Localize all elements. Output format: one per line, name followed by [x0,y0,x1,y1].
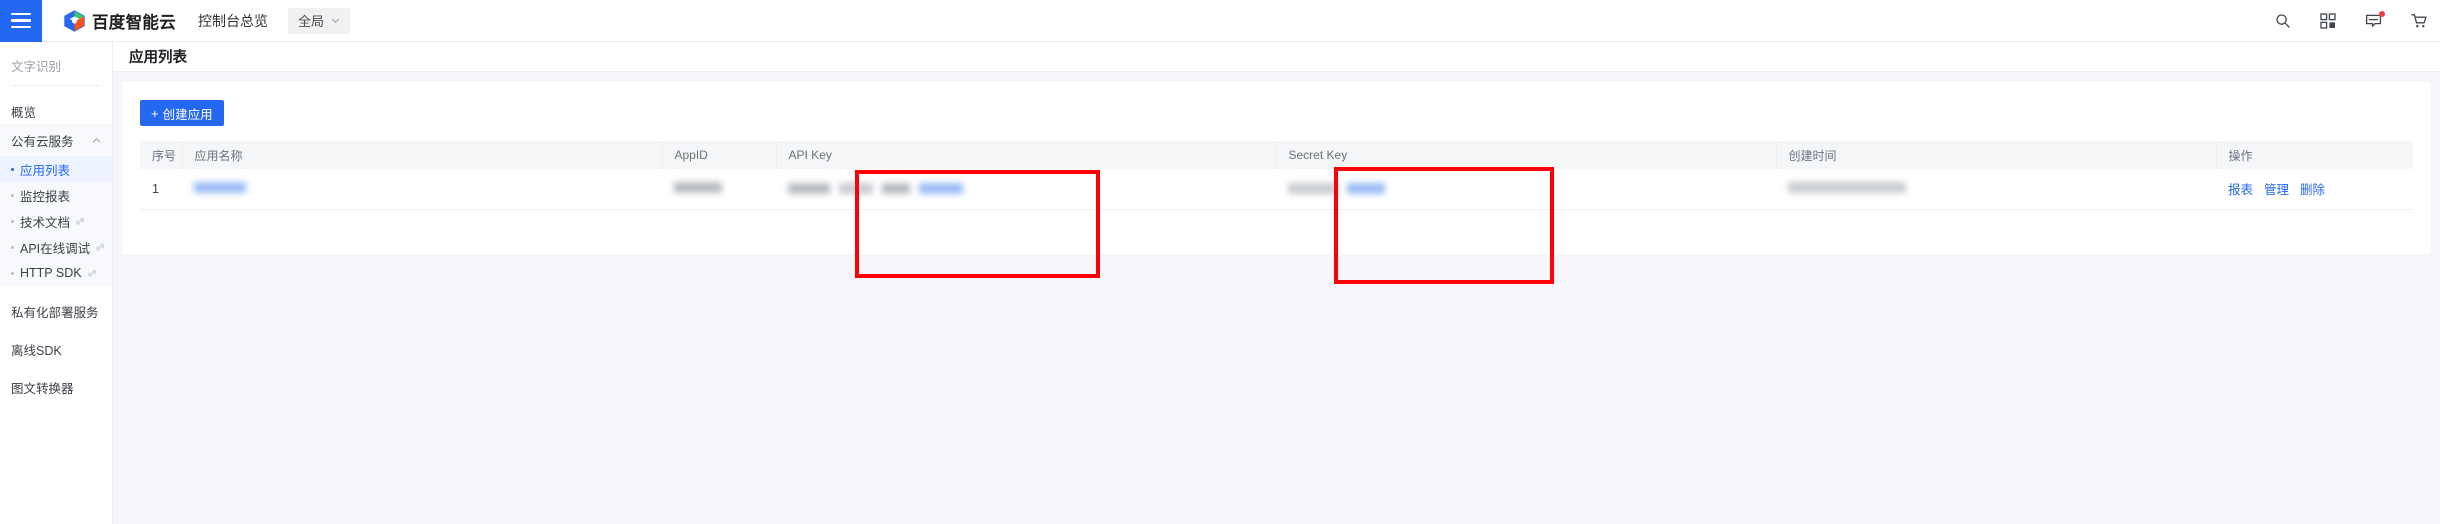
bullet-icon [11,245,14,249]
hamburger-line [11,25,31,29]
chevron-down-icon [331,18,340,24]
cell-secret-key [1276,169,1776,210]
sidebar-item-overview[interactable]: 概览 [0,98,112,124]
cell-api-key [776,169,1276,210]
action-delete-link[interactable]: 删除 [2300,179,2325,198]
redacted-value [882,183,910,195]
redacted-value [674,181,722,193]
action-manage-link[interactable]: 管理 [2264,179,2289,198]
app-list-table: 序号 应用名称 AppID API Key Secret Key 创建时间 操作… [140,141,2413,210]
top-bar: 百度智能云 控制台总览 全局 [0,0,2440,42]
column-header-index: 序号 [140,141,183,169]
cell-appid [662,169,776,210]
external-link-icon [96,243,105,250]
table-header: 序号 应用名称 AppID API Key Secret Key 创建时间 操作 [140,141,2413,169]
sidebar-item-label: API在线调试 [20,241,91,256]
external-link-icon [76,217,85,224]
table-row: 1 报表 管理 删除 [140,169,2413,210]
sidebar-item-label: 私有化部署服务 [11,305,99,320]
column-header-create-time: 创建时间 [1776,141,2217,169]
main-content: 应用列表 + 创建应用 序号 应用名称 AppID API Key Secret… [113,42,2440,524]
apps-grid-icon[interactable] [2320,12,2336,29]
redacted-value [1288,183,1338,195]
sidebar-item-private-deploy[interactable]: 私有化部署服务 [0,298,112,324]
redacted-value [194,181,246,193]
plus-icon: + [151,105,159,121]
page-title: 应用列表 [129,50,187,66]
sidebar-item-label: 应用列表 [20,163,71,178]
cell-create-time [1776,169,2216,210]
bullet-icon [11,193,14,197]
column-header-app-name: 应用名称 [182,141,663,169]
table-header-row: 序号 应用名称 AppID API Key Secret Key 创建时间 操作 [140,141,2413,169]
sidebar-item-api-debug[interactable]: API在线调试 [0,234,112,260]
app-list-card: + 创建应用 序号 应用名称 AppID API Key Secret Key … [122,82,2431,254]
table-body: 1 报表 管理 删除 [140,169,2413,210]
console-overview-link[interactable]: 控制台总览 [198,11,268,31]
create-app-button[interactable]: + 创建应用 [140,100,224,126]
search-icon[interactable] [2275,13,2291,29]
sidebar-item-app-list[interactable]: 应用列表 [0,156,112,182]
message-badge [2379,10,2385,17]
page-header: 应用列表 [113,42,2440,72]
bullet-icon [11,271,14,275]
redacted-group [1288,183,1776,195]
bullet-icon [11,219,14,223]
sidebar-group-label: 公有云服务 [11,134,74,149]
message-icon[interactable] [2365,10,2385,29]
scope-selector[interactable]: 全局 [288,7,351,34]
column-header-appid: AppID [662,141,777,169]
sidebar-item-monitor-report[interactable]: 监控报表 [0,182,112,208]
sidebar-item-label: 监控报表 [20,189,71,204]
sidebar-item-offline-sdk[interactable]: 离线SDK [0,336,112,362]
sidebar-item-tech-docs[interactable]: 技术文档 [0,208,112,234]
sidebar-category-label: 文字识别 [11,60,62,74]
hamburger-line [11,12,31,16]
bullet-icon [11,167,14,171]
scope-selector-value: 全局 [298,14,325,29]
baidu-cloud-logo-icon [64,9,85,32]
cell-index: 1 [140,169,182,210]
topbar-icon-group [2275,10,2440,29]
sidebar-item-doc-converter[interactable]: 图文转换器 [0,374,112,400]
cart-icon[interactable] [2411,13,2428,29]
redacted-value [1788,181,1906,193]
external-link-icon [88,269,96,276]
column-header-api-key: API Key [776,141,1277,169]
sidebar-group-header[interactable]: 公有云服务 [0,124,112,156]
column-header-secret-key: Secret Key [1276,141,1777,169]
cell-actions: 报表 管理 删除 [2216,169,2413,210]
redacted-value [839,183,873,195]
hamburger-menu-icon[interactable] [0,0,42,42]
sidebar: 文字识别 概览 公有云服务 应用列表 监控报表 技术文档 API在线调试 HTT… [0,42,113,524]
sidebar-item-label: 离线SDK [11,343,62,358]
sidebar-divider [11,85,101,86]
create-app-button-label: 创建应用 [162,107,213,122]
redacted-value [1347,183,1385,195]
chevron-up-icon [92,137,101,142]
sidebar-group-public-cloud: 公有云服务 应用列表 监控报表 技术文档 API在线调试 HTTP SDK [0,124,112,286]
redacted-group [788,183,1276,195]
sidebar-item-label: HTTP SDK [20,266,82,280]
brand-name: 百度智能云 [92,13,176,32]
sidebar-item-http-sdk[interactable]: HTTP SDK [0,260,112,286]
action-report-link[interactable]: 报表 [2228,179,2253,198]
column-header-actions: 操作 [2216,141,2413,169]
action-links: 报表 管理 删除 [2228,179,2413,198]
redacted-value [788,183,830,195]
hamburger-line [11,19,31,22]
cell-app-name[interactable] [182,169,662,210]
redacted-value [919,183,963,195]
sidebar-item-label: 图文转换器 [11,381,74,396]
brand-logo[interactable]: 百度智能云 [64,9,176,33]
sidebar-item-label: 概览 [11,105,37,120]
sidebar-item-label: 技术文档 [20,215,71,230]
